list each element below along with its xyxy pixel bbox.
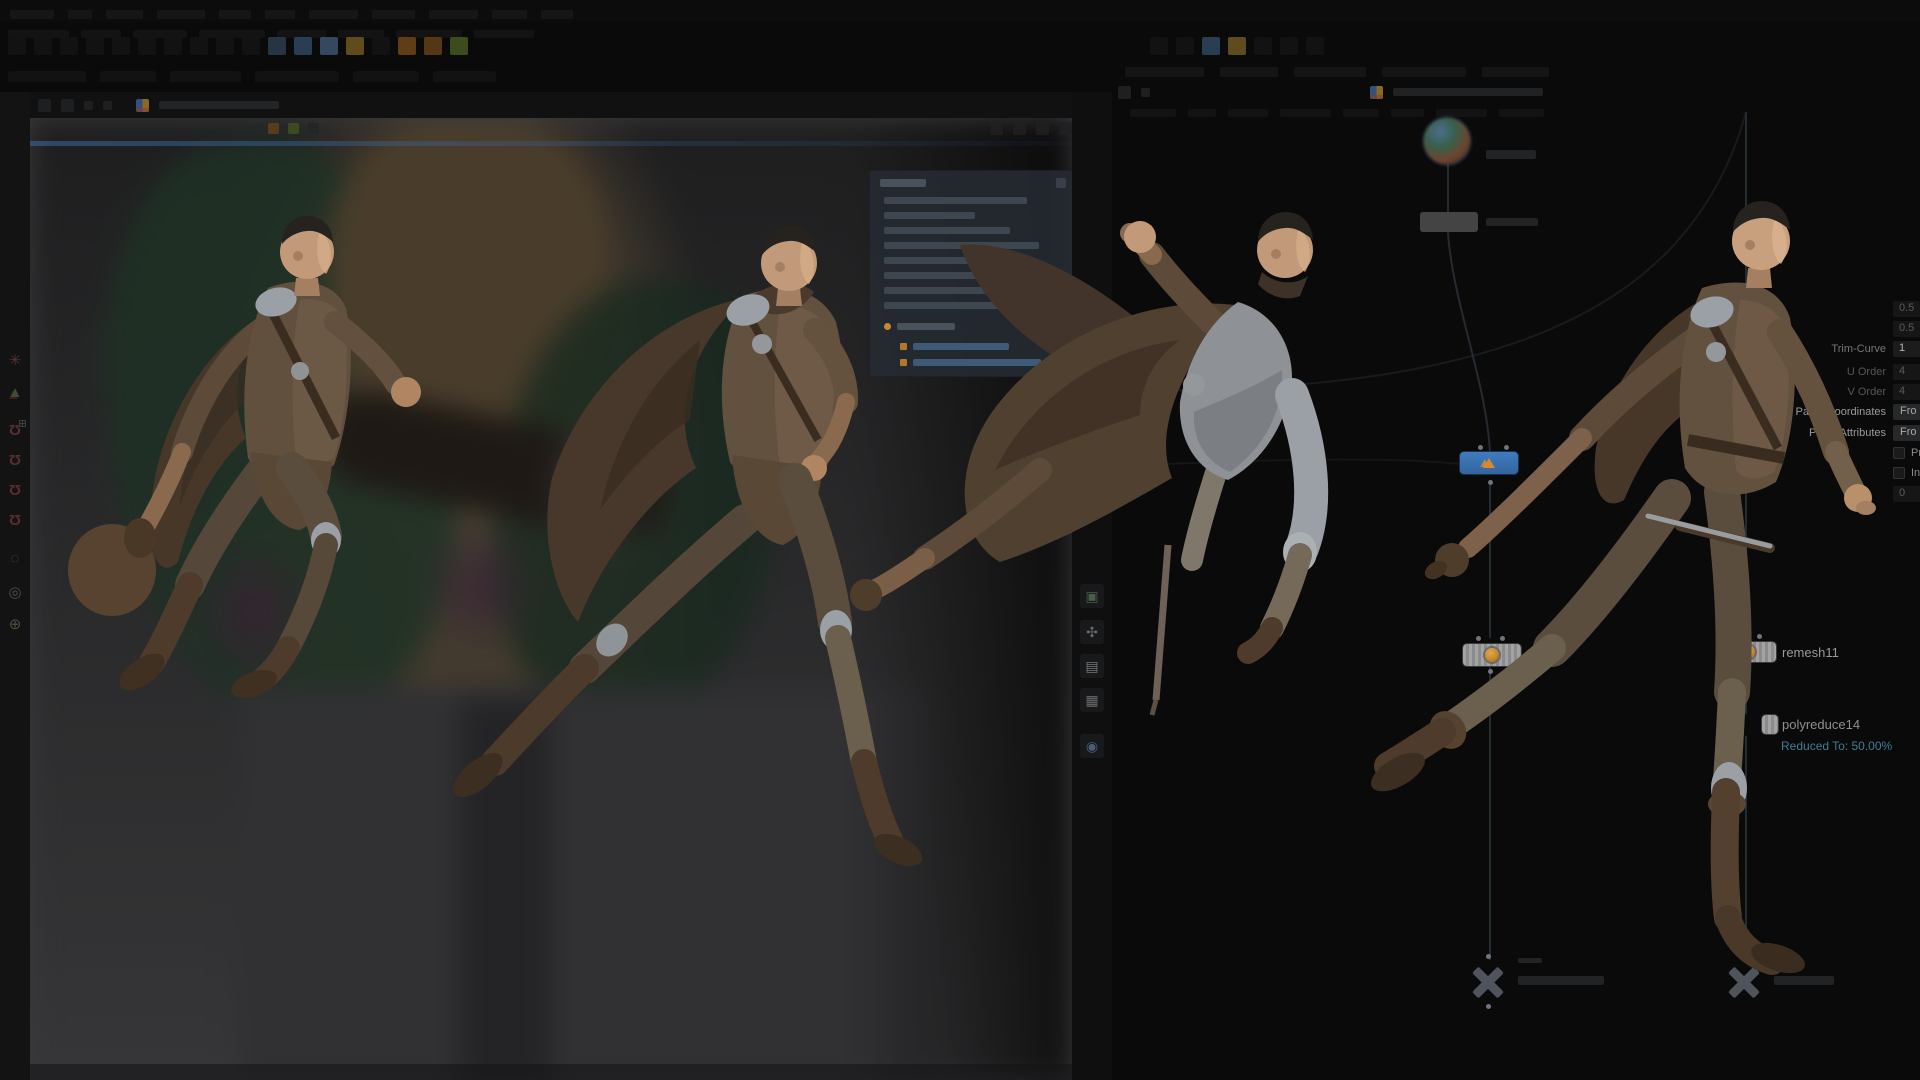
- null-node[interactable]: [1724, 962, 1764, 1002]
- remesh11-node[interactable]: [1720, 642, 1776, 662]
- param-dropdown[interactable]: Fro: [1893, 404, 1920, 420]
- param-dropdown[interactable]: Fro: [1893, 425, 1920, 441]
- param-label: U Order: [1758, 366, 1886, 378]
- param-label: V Order: [1758, 386, 1886, 398]
- param-row[interactable]: 0.5: [1758, 300, 1920, 317]
- playbar-strip[interactable]: [30, 1064, 1072, 1080]
- param-row-paste-attributes[interactable]: Paste Attributes Fro: [1758, 424, 1920, 441]
- node-output-dot[interactable]: [1744, 665, 1749, 670]
- param-row-paste-coordinates[interactable]: Paste Coordinates Fro: [1758, 403, 1920, 420]
- param-row-u-order[interactable]: U Order 4: [1758, 363, 1920, 380]
- checkbox[interactable]: [1893, 447, 1905, 459]
- node-input-dot[interactable]: [1734, 634, 1739, 639]
- param-label: Paste Coordinates: [1758, 406, 1886, 418]
- param-row[interactable]: 0.5: [1758, 320, 1920, 337]
- mountain-icon: [1483, 458, 1495, 468]
- param-label: Paste Attributes: [1758, 427, 1886, 439]
- node-input-dot[interactable]: [1757, 634, 1762, 639]
- node-input-dot[interactable]: [1500, 636, 1505, 641]
- param-row-checkbox[interactable]: In: [1758, 464, 1920, 481]
- polyreduce14-node[interactable]: [1762, 715, 1778, 734]
- null-node[interactable]: [1468, 962, 1508, 1002]
- node-label: rem: [1528, 647, 1550, 662]
- node-label-blob: [1518, 976, 1604, 985]
- param-label: Trim-Curve: [1758, 343, 1886, 355]
- remesh-icon: [1485, 648, 1499, 662]
- node-label: polyreduce14: [1782, 717, 1860, 732]
- param-field[interactable]: 4: [1893, 384, 1920, 400]
- upstream-node[interactable]: [1420, 212, 1478, 232]
- checkbox[interactable]: [1893, 467, 1905, 479]
- node-input-dot[interactable]: [1476, 636, 1481, 641]
- node-output-dot[interactable]: [1488, 480, 1493, 485]
- node-label: remesh11: [1782, 645, 1839, 660]
- node-wires: [0, 0, 1920, 1080]
- param-field[interactable]: 4: [1893, 364, 1920, 380]
- node-label-blob: [1774, 976, 1834, 985]
- node-label-blob: [1486, 150, 1536, 159]
- param-field[interactable]: 1: [1893, 341, 1920, 357]
- param-row-trim-curve[interactable]: Trim-Curve 1: [1758, 340, 1920, 357]
- node-input-dot[interactable]: [1486, 954, 1491, 959]
- node-label-blob: [1486, 218, 1538, 226]
- remesh-icon: [1741, 645, 1755, 659]
- param-field[interactable]: 0.5: [1893, 321, 1920, 337]
- node-output-dot[interactable]: [1486, 1004, 1491, 1009]
- node-input-dot[interactable]: [1742, 954, 1747, 959]
- node-input-dot[interactable]: [1478, 445, 1483, 450]
- app-window: rem remesh11 polyreduce14 Reduced To: 50…: [0, 0, 1920, 1080]
- node-label-blob: [1518, 958, 1542, 963]
- parameter-panel[interactable]: 0.5 0.5 Trim-Curve 1 U Order 4 V Order 4…: [1758, 300, 1920, 505]
- remesh-node-left[interactable]: [1463, 644, 1521, 666]
- param-field[interactable]: 0: [1893, 486, 1920, 502]
- param-row-v-order[interactable]: V Order 4: [1758, 383, 1920, 400]
- selected-node[interactable]: [1460, 452, 1518, 474]
- param-label: In: [1911, 467, 1920, 479]
- node-info-text: Reduced To: 50.00%: [1781, 739, 1892, 753]
- param-row[interactable]: 0: [1758, 485, 1920, 502]
- node-output-dot[interactable]: [1488, 669, 1493, 674]
- param-label: Pr: [1911, 447, 1920, 459]
- param-row-checkbox[interactable]: Pr: [1758, 444, 1920, 461]
- param-field[interactable]: 0.5: [1893, 301, 1920, 317]
- display-sphere-node[interactable]: [1424, 118, 1470, 164]
- node-input-dot[interactable]: [1504, 445, 1509, 450]
